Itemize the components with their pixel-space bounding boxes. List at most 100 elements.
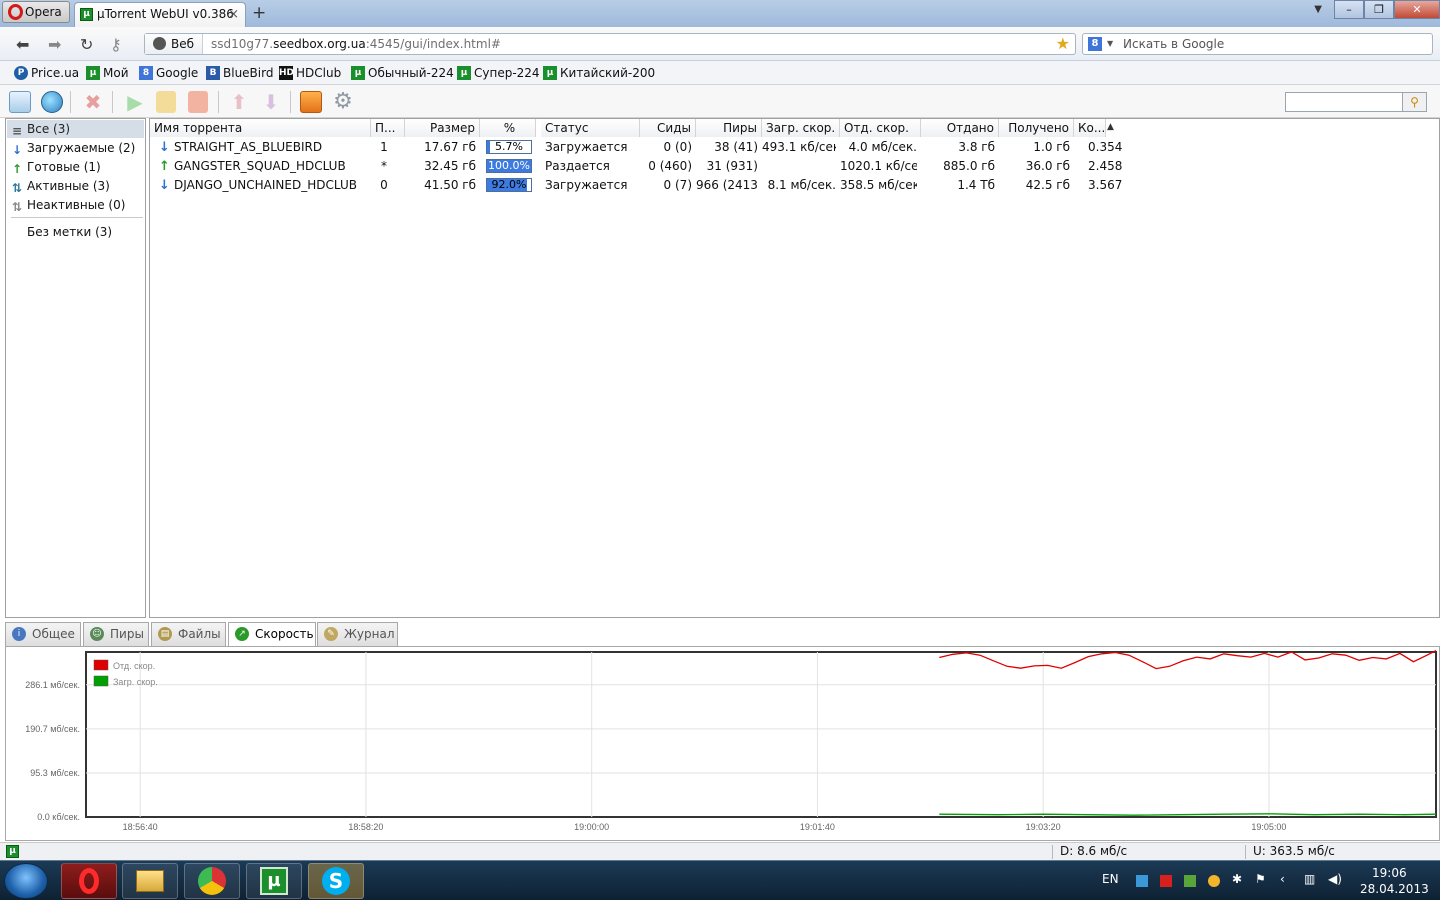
web-badge[interactable]: Веб: [145, 34, 203, 54]
column-header-11[interactable]: Ко...: [1074, 119, 1107, 137]
column-header-5[interactable]: Сиды: [640, 119, 696, 137]
table-row[interactable]: ↑ GANGSTER_SQUAD_HDCLUB * 32.45 гб 100.0% Раз…: [150, 157, 1439, 176]
tab-2[interactable]: ▤ Файлы: [151, 622, 226, 646]
column-header-1[interactable]: П...: [371, 119, 405, 137]
column-header-3[interactable]: %: [480, 119, 536, 137]
new-tab-button[interactable]: +: [252, 3, 266, 23]
volume-icon[interactable]: ◀): [1328, 872, 1342, 886]
column-header-4[interactable]: Статус: [541, 119, 640, 137]
bookmark-icon: µ: [457, 66, 471, 80]
google-search-field[interactable]: 8 ▼ Искать в Google: [1082, 33, 1433, 55]
opera-menu-label: Opera: [25, 5, 62, 19]
column-header-2[interactable]: Размер: [405, 119, 480, 137]
settings-gear-icon[interactable]: ⚙: [332, 91, 354, 113]
x-tick-label: 18:58:20: [348, 822, 383, 832]
taskbar-explorer-button[interactable]: [122, 863, 178, 899]
bookmark-icon: µ: [351, 66, 365, 80]
sidebar-item-0[interactable]: ≡ Все (3): [7, 120, 144, 138]
bookmark-star-icon[interactable]: ★: [1056, 34, 1070, 54]
detail-tabs: i Общее ☺ Пиры ▤ Файлы ↗ Скорость ✎ Журнал: [5, 622, 1440, 647]
torrent-search-input[interactable]: [1285, 92, 1403, 112]
browser-tab-utorrent[interactable]: µ µTorrent WebUI v0.386 ×: [74, 2, 246, 27]
url-field[interactable]: Веб ssd10g77.seedbox.org.ua:4545/gui/ind…: [144, 33, 1076, 55]
sidebar-item-no-label[interactable]: Без метки (3): [7, 223, 144, 241]
forward-arrow-icon[interactable]: ➡: [48, 35, 61, 54]
clock-date[interactable]: 28.04.2013: [1360, 882, 1429, 896]
taskbar-utorrent-button[interactable]: µ: [246, 863, 302, 899]
utorrent-status-icon: µ: [6, 845, 19, 858]
bookmark-5[interactable]: HD HDClub: [279, 65, 341, 81]
sidebar-item-4[interactable]: ⇅ Неактивные (0): [7, 196, 144, 214]
taskbar-opera-button[interactable]: [61, 863, 117, 899]
table-row[interactable]: ↓ DJANGO_UNCHAINED_HDCLUB 0 41.50 гб 92.0% За…: [150, 176, 1439, 195]
restore-button[interactable]: ❐: [1364, 0, 1394, 19]
bookmark-7[interactable]: µ Супер-224: [457, 65, 540, 81]
start-icon[interactable]: ▶: [124, 91, 146, 113]
download-arrow-icon: ↓: [159, 178, 170, 193]
stop-icon[interactable]: [188, 91, 208, 113]
tab-close-icon[interactable]: ×: [228, 3, 239, 26]
flag-icon[interactable]: ⚑: [1255, 872, 1266, 886]
column-header-9[interactable]: Отдано: [921, 119, 999, 137]
tab-4[interactable]: ✎ Журнал: [317, 622, 398, 646]
sidebar-item-3[interactable]: ⇅ Активные (3): [7, 177, 144, 195]
pause-icon[interactable]: [156, 91, 176, 113]
minimize-button[interactable]: –: [1334, 0, 1364, 19]
web-label: Веб: [171, 37, 195, 51]
cell-priority: 1: [380, 140, 388, 154]
bookmark-1[interactable]: P Price.ua: [14, 65, 79, 81]
bookmark-3[interactable]: 8 Google: [139, 65, 198, 81]
move-up-icon[interactable]: ⬆: [228, 91, 250, 113]
clock-time[interactable]: 19:06: [1372, 866, 1407, 880]
tab-3[interactable]: ↗ Скорость: [228, 622, 316, 647]
sidebar-item-1[interactable]: ↓ Загружаемые (2): [7, 139, 144, 157]
tab-1[interactable]: ☺ Пиры: [83, 622, 149, 646]
network-icon[interactable]: ▥: [1304, 872, 1315, 886]
cell-downloaded: 1.0 гб: [1033, 140, 1070, 154]
column-header-10[interactable]: Получено: [999, 119, 1074, 137]
tab-icon: i: [12, 627, 26, 641]
back-arrow-icon[interactable]: ⬅: [16, 35, 29, 54]
windows-start-button[interactable]: [4, 863, 48, 899]
tray-chevron-icon[interactable]: ‹: [1280, 872, 1285, 886]
cell-status: Раздается: [545, 159, 610, 173]
remove-icon[interactable]: ✖: [82, 91, 104, 113]
column-header-8[interactable]: Отд. скор.: [840, 119, 921, 137]
taskbar-skype-button[interactable]: S: [308, 863, 364, 899]
chart-plot-area: [85, 651, 1437, 818]
close-window-button[interactable]: ✕: [1394, 0, 1440, 19]
move-down-icon[interactable]: ⬇: [260, 91, 282, 113]
reload-icon[interactable]: ↻: [80, 35, 93, 54]
add-torrent-icon[interactable]: [9, 91, 31, 113]
add-url-icon[interactable]: [41, 91, 63, 113]
sort-ascending-icon[interactable]: ▲: [1107, 122, 1114, 132]
tray-skype-icon[interactable]: [1208, 875, 1220, 887]
tab-label: Скорость: [255, 627, 314, 641]
table-row[interactable]: ↓ STRAIGHT_AS_BLUEBIRD 1 17.67 гб 5.7% Загруж…: [150, 138, 1439, 157]
tray-antivirus-icon[interactable]: [1160, 875, 1172, 887]
search-icon[interactable]: ⚲: [1403, 92, 1427, 112]
tab-0[interactable]: i Общее: [5, 622, 81, 646]
sidebar-item-2[interactable]: ↑ Готовые (1): [7, 158, 144, 176]
bookmark-6[interactable]: µ Обычный-224: [351, 65, 454, 81]
tab-menu-icon[interactable]: ▼: [1314, 4, 1322, 15]
search-engine-dropdown-icon[interactable]: ▼: [1107, 34, 1113, 54]
tray-utorrent-icon[interactable]: [1184, 875, 1196, 887]
rss-icon[interactable]: [300, 91, 322, 113]
column-header-6[interactable]: Пиры: [696, 119, 762, 137]
category-label: Загружаемые (2): [27, 141, 136, 155]
language-indicator[interactable]: EN: [1102, 872, 1119, 886]
bookmark-4[interactable]: B BlueBird: [206, 65, 273, 81]
column-header-0[interactable]: Имя торрента: [150, 119, 371, 137]
tab-icon: ▤: [158, 627, 172, 641]
bluetooth-icon[interactable]: ✱: [1232, 872, 1242, 886]
column-header-7[interactable]: Загр. скор.: [762, 119, 840, 137]
taskbar-chrome-button[interactable]: [184, 863, 240, 899]
skype-icon: S: [322, 867, 350, 895]
opera-menu-button[interactable]: Opera: [2, 1, 70, 23]
bookmark-2[interactable]: µ Мой: [86, 65, 129, 81]
key-icon[interactable]: ⚷: [110, 35, 122, 54]
bookmark-8[interactable]: µ Китайский-200: [543, 65, 655, 81]
sidebar-separator: [11, 217, 143, 218]
tray-app-icon[interactable]: [1136, 875, 1148, 887]
